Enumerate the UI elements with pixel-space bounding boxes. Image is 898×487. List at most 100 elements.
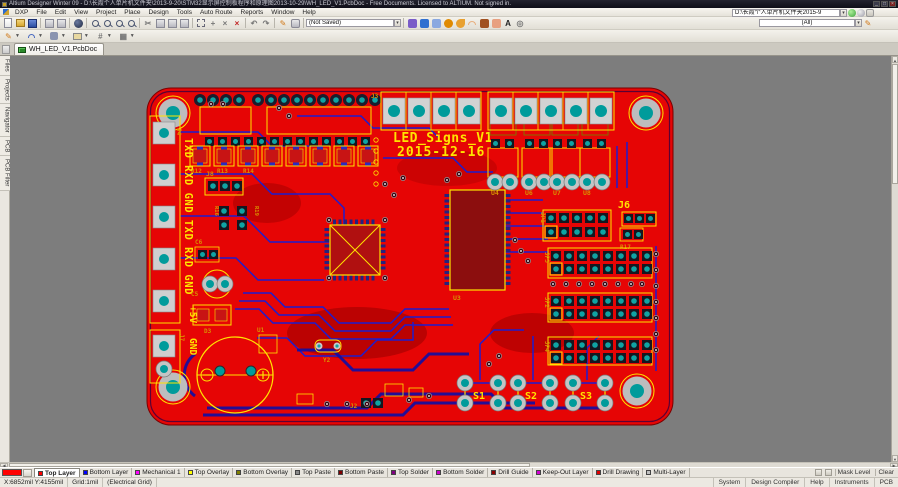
pcb-editor-canvas[interactable]: R12 R13 R14 J4 J7 <box>10 56 891 462</box>
menu-help[interactable]: Help <box>298 8 319 17</box>
layer-tab-bottom-layer[interactable]: Bottom Layer <box>80 468 133 477</box>
browse-web-icon[interactable] <box>73 18 84 29</box>
layer-tab-bottom-paste[interactable]: Bottom Paste <box>335 468 388 477</box>
menu-edit[interactable]: Edit <box>51 8 70 17</box>
cancel-icon[interactable]: × <box>232 18 243 29</box>
menu-view[interactable]: View <box>70 8 92 17</box>
place-component-icon[interactable] <box>491 18 502 29</box>
panel-button-instruments[interactable]: Instruments <box>829 478 874 487</box>
clear-button[interactable]: Clear <box>875 469 896 476</box>
grid-toggle-icon[interactable] <box>825 469 832 476</box>
panel-tab-pcb-filter[interactable]: PCB Filter <box>0 156 10 190</box>
panel-button-design-compiler[interactable]: Design Compiler <box>745 478 804 487</box>
arc-tool[interactable]: ▼ <box>25 30 45 43</box>
scroll-down-icon[interactable]: ▼ <box>892 455 898 462</box>
panel-tab-files[interactable]: Files <box>0 56 10 76</box>
menu-window[interactable]: Window <box>267 8 298 17</box>
clear-selection-icon[interactable]: × <box>220 18 231 29</box>
open-document-icon[interactable] <box>15 18 26 29</box>
print-preview-icon[interactable] <box>56 18 67 29</box>
place-pad-icon[interactable] <box>455 18 466 29</box>
save-icon[interactable] <box>27 18 38 29</box>
menu-reports[interactable]: Reports <box>237 8 268 17</box>
ic-u3[interactable]: U3 <box>447 190 508 302</box>
place-fill-icon[interactable] <box>479 18 490 29</box>
layer-tab-top-overlay[interactable]: Top Overlay <box>185 468 234 477</box>
layer-tab-keep-out-layer[interactable]: Keep-Out Layer <box>533 468 593 477</box>
layer-tab-top-paste[interactable]: Top Paste <box>292 468 335 477</box>
interactive-routing-tool[interactable]: ✎ ▼ <box>2 30 22 43</box>
back-icon[interactable] <box>857 9 865 17</box>
scroll-up-icon[interactable]: ▲ <box>892 56 898 63</box>
maximize-button-icon[interactable]: □ <box>881 1 888 7</box>
menu-auto-route[interactable]: Auto Route <box>196 8 237 17</box>
panel-button-help[interactable]: Help <box>804 478 828 487</box>
panel-button-pcb[interactable]: PCB <box>874 478 898 487</box>
close-button-icon[interactable]: × <box>889 1 896 7</box>
panel-tab-pcb[interactable]: PCB <box>0 137 10 156</box>
wiring-icon[interactable] <box>407 18 418 29</box>
zoom-cancel-icon[interactable] <box>126 18 137 29</box>
cut-icon[interactable]: ✂ <box>143 18 154 29</box>
place-string-icon[interactable]: A <box>503 18 514 29</box>
panel-button-system[interactable]: System <box>713 478 746 487</box>
layer-tab-mechanical-1[interactable]: Mechanical 1 <box>132 468 184 477</box>
vertical-scrollbar[interactable]: ▲ ▼ <box>891 56 898 462</box>
menu-file[interactable]: File <box>32 8 50 17</box>
filter-combo[interactable]: (All) <box>759 19 855 27</box>
select-area-icon[interactable] <box>196 18 207 29</box>
layer-tab-multi-layer[interactable]: Multi-Layer <box>643 468 689 477</box>
menu-dxp[interactable]: DXP <box>11 8 32 17</box>
pcb-board[interactable]: R12 R13 R14 J4 J7 <box>147 88 673 425</box>
zoom-in-icon[interactable] <box>114 18 125 29</box>
menu-project[interactable]: Project <box>92 8 120 17</box>
document-tab[interactable]: WH_LED_V1.PcbDoc <box>14 43 104 55</box>
layer-tab-drill-drawing[interactable]: Drill Drawing <box>593 468 644 477</box>
room-tool[interactable]: ▼ <box>71 30 91 43</box>
layer-tab-bottom-solder[interactable]: Bottom Solder <box>433 468 488 477</box>
snap-grid-tool[interactable]: ▦ ▼ <box>117 30 137 43</box>
polygon-pour-icon[interactable] <box>431 18 442 29</box>
paste-icon[interactable] <box>167 18 178 29</box>
menu-design[interactable]: Design <box>145 8 173 17</box>
find-component-icon[interactable] <box>290 18 301 29</box>
menu-tools[interactable]: Tools <box>173 8 196 17</box>
place-part-icon[interactable] <box>419 18 430 29</box>
variant-combo-dropdown-icon[interactable]: ▾ <box>394 19 401 27</box>
forward-icon[interactable] <box>866 9 874 17</box>
zoom-window-icon[interactable] <box>90 18 101 29</box>
layer-sets-button[interactable] <box>23 469 32 477</box>
place-arc-icon[interactable] <box>467 18 478 29</box>
filter-edit-icon[interactable]: ✎ <box>863 18 874 29</box>
mask-level-button[interactable]: Mask Level <box>835 469 873 476</box>
panels-icon[interactable] <box>2 45 10 54</box>
print-icon[interactable] <box>44 18 55 29</box>
place-via-icon[interactable] <box>443 18 454 29</box>
move-icon[interactable]: + <box>208 18 219 29</box>
new-document-icon[interactable] <box>3 18 14 29</box>
paste-array-icon[interactable] <box>179 18 190 29</box>
zoom-fit-document-icon[interactable] <box>102 18 113 29</box>
grid-tool[interactable]: # ▼ <box>94 30 114 43</box>
minimize-button-icon[interactable]: _ <box>873 1 880 7</box>
interactive-routing-icon[interactable]: ✎ <box>278 18 289 29</box>
layer-tab-top-layer[interactable]: Top Layer <box>34 468 80 477</box>
vertical-scroll-thumb[interactable] <box>892 64 898 184</box>
pcb-board-drawing[interactable]: R12 R13 R14 J4 J7 <box>10 56 891 462</box>
place-dimension-icon[interactable]: ◎ <box>515 18 526 29</box>
panel-tab-navigator[interactable]: Navigator <box>0 104 10 137</box>
home-icon[interactable] <box>848 9 856 17</box>
snap-indicator-icon[interactable] <box>815 469 822 476</box>
layer-tab-bottom-overlay[interactable]: Bottom Overlay <box>233 468 292 477</box>
layer-tab-drill-guide[interactable]: Drill Guide <box>488 468 532 477</box>
menu-place[interactable]: Place <box>120 8 144 17</box>
variant-combo[interactable]: (Not Saved) <box>306 19 394 27</box>
filter-combo-dropdown-icon[interactable]: ▾ <box>855 19 862 27</box>
layer-tab-top-solder[interactable]: Top Solder <box>388 468 433 477</box>
pad-tool[interactable]: ▼ <box>48 30 68 43</box>
path-combo[interactable]: D:\长霞个人单片机文件夹2015-9 <box>732 9 840 17</box>
path-combo-dropdown-icon[interactable]: ▾ <box>840 9 847 17</box>
panel-tab-projects[interactable]: Projects <box>0 76 10 105</box>
undo-icon[interactable]: ↶ <box>249 18 260 29</box>
qfp-u2[interactable] <box>327 222 383 278</box>
